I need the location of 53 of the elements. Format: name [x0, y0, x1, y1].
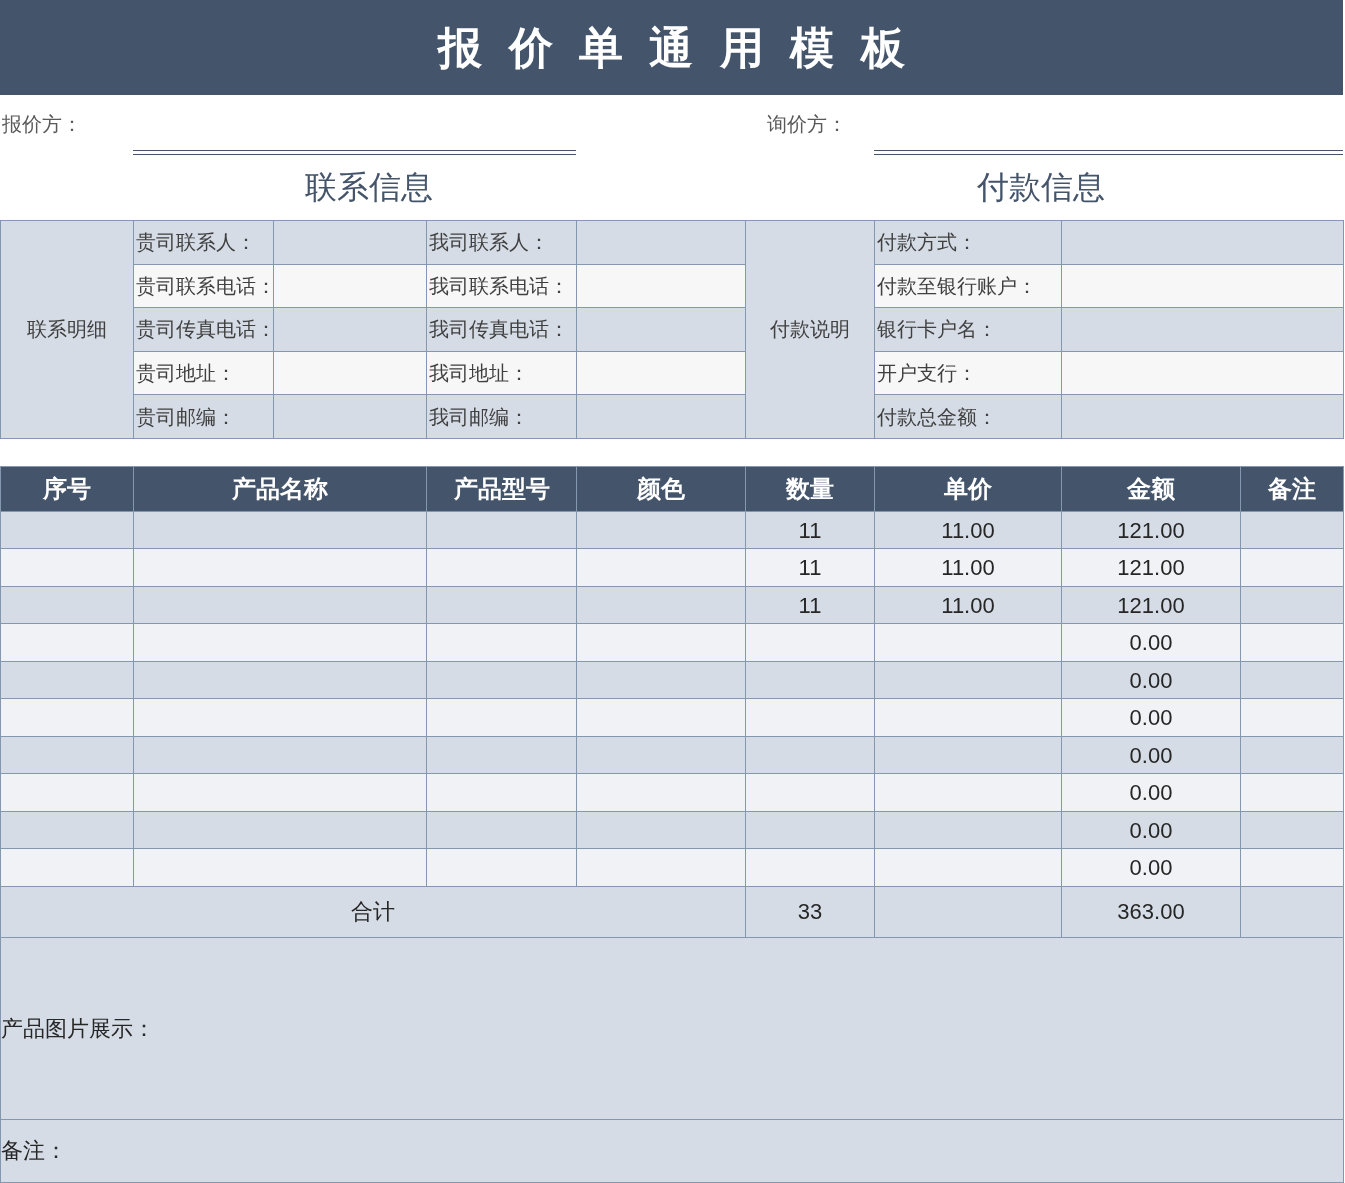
table-cell: 121.00: [1061, 548, 1241, 587]
column-header: 金额: [1061, 466, 1241, 512]
table-cell: 11: [745, 548, 875, 587]
party-label: 询价方：: [766, 112, 848, 137]
field-label: 我司地址：: [426, 351, 577, 395]
table-cell: 0.00: [1061, 698, 1241, 737]
field-label: 我司传真电话：: [426, 307, 577, 352]
table-cell: 11.00: [874, 586, 1062, 624]
table-cell: 0.00: [1061, 623, 1241, 662]
field-label: 我司联系人：: [426, 220, 577, 265]
column-header: 备注: [1240, 466, 1344, 512]
column-header: 产品型号: [426, 466, 577, 512]
party-label: 报价方：: [1, 112, 83, 137]
table-cell: 11: [745, 511, 875, 549]
table-cell: 363.00: [1061, 886, 1241, 938]
column-header: 颜色: [576, 466, 746, 512]
table-cell: 11.00: [874, 548, 1062, 587]
field-label: 付款至银行账户：: [874, 264, 1062, 308]
column-header: 序号: [0, 466, 134, 512]
table-cell: 0.00: [1061, 736, 1241, 774]
field-label: 贵司邮编：: [133, 394, 274, 439]
table-cell: 11: [745, 586, 875, 624]
field-label: 银行卡户名：: [874, 307, 1062, 352]
field-label: 贵司联系电话：: [133, 264, 274, 308]
column-header: 单价: [874, 466, 1062, 512]
field-label: 付款总金额：: [874, 394, 1062, 439]
column-header: 数量: [745, 466, 875, 512]
table-cell: 121.00: [1061, 511, 1241, 549]
table-cell: 11.00: [874, 511, 1062, 549]
table-cell: 121.00: [1061, 586, 1241, 624]
fill-in-line[interactable]: [874, 150, 1343, 155]
field-label: 贵司联系人：: [133, 220, 274, 265]
page-title: 报价单通用模板: [0, 0, 1343, 95]
notes-area: 备注：: [0, 1119, 1344, 1183]
picture-area: 产品图片展示：: [0, 937, 1344, 1120]
section-heading: 联系信息: [305, 167, 433, 207]
total-label: 合计: [0, 886, 746, 938]
table-cell: 33: [745, 886, 875, 938]
table-cell: 0.00: [1061, 848, 1241, 887]
table-cell: 0.00: [1061, 773, 1241, 812]
field-label: 贵司传真电话：: [133, 307, 274, 352]
field-label: 贵司地址：: [133, 351, 274, 395]
fill-in-line[interactable]: [133, 150, 576, 155]
column-header: 产品名称: [133, 466, 427, 512]
field-label: 付款方式：: [874, 220, 1062, 265]
field-label: 我司联系电话：: [426, 264, 577, 308]
group-label: 付款说明: [745, 220, 875, 439]
field-label: 开户支行：: [874, 351, 1062, 395]
group-label: 联系明细: [0, 220, 134, 439]
section-heading: 付款信息: [977, 167, 1105, 207]
table-cell: 0.00: [1061, 661, 1241, 699]
table-cell: 0.00: [1061, 811, 1241, 849]
field-label: 我司邮编：: [426, 394, 577, 439]
